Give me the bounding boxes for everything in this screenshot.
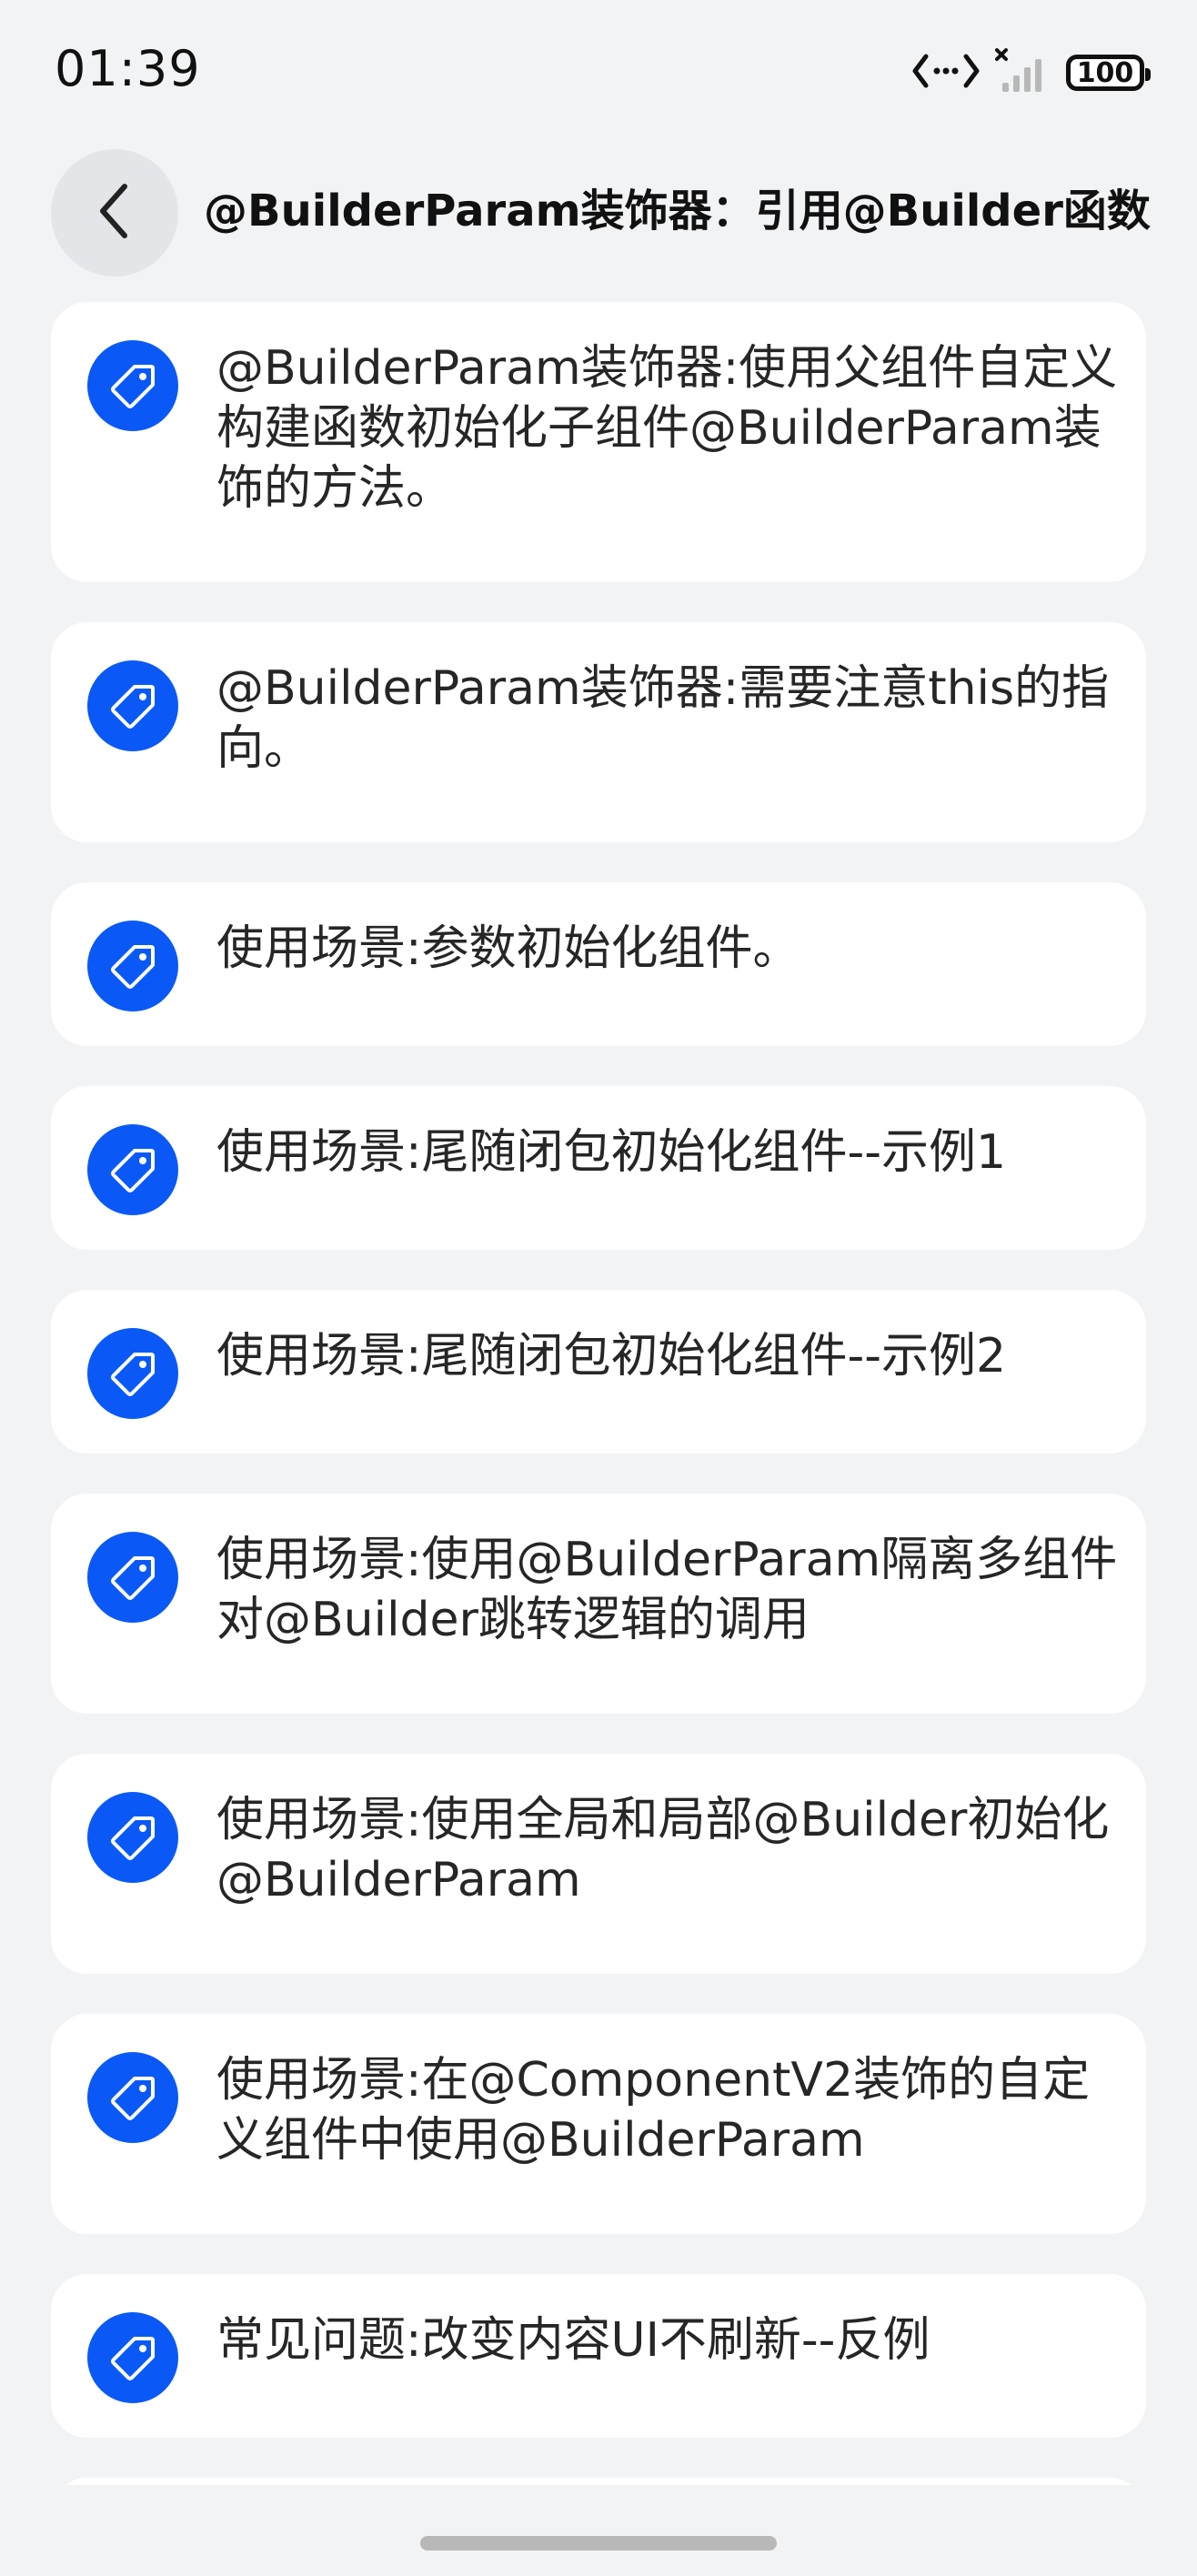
list-item-label: 使用场景:尾随闭包初始化组件--示例2 (216, 1329, 1007, 1384)
list-item[interactable]: 使用场景:在@ComponentV2装饰的自定义组件中使用@BuilderPar… (51, 2014, 1146, 2234)
page-title: @BuilderParam装饰器：引用@Builder函数 (204, 186, 1151, 236)
list-item[interactable]: @BuilderParam装饰器:使用父组件自定义构建函数初始化子组件@Buil… (51, 302, 1146, 582)
list-item-label: 常见问题:改变内容UI不刷新--反例 (216, 2313, 930, 2368)
list-item-label: 使用场景:使用全局和局部@Builder初始化@BuilderParam (216, 1793, 1110, 1907)
list-item[interactable] (51, 2478, 1146, 2485)
list-item[interactable]: 常见问题:改变内容UI不刷新--反例 (51, 2274, 1146, 2438)
chevron-left-icon (92, 179, 137, 247)
tag-icon (87, 1532, 178, 1623)
tag-icon (87, 1792, 178, 1883)
list-item[interactable]: 使用场景:参数初始化组件。 (51, 882, 1146, 1046)
tag-icon (87, 2312, 178, 2403)
scenario-list[interactable]: @BuilderParam装饰器:使用父组件自定义构建函数初始化子组件@Buil… (51, 302, 1146, 2485)
list-item-label: 使用场景:使用@BuilderParam隔离多组件对@Builder跳转逻辑的调… (216, 1533, 1118, 1647)
list-item[interactable]: 使用场景:尾随闭包初始化组件--示例1 (51, 1086, 1146, 1250)
home-indicator[interactable] (420, 2536, 777, 2551)
tag-icon (87, 1124, 178, 1215)
data-transfer-icon (911, 51, 981, 95)
list-item-label: 使用场景:在@ComponentV2装饰的自定义组件中使用@BuilderPar… (216, 2053, 1091, 2168)
status-bar: 01:39 100 (0, 0, 1197, 136)
signal-icon (995, 48, 1051, 97)
battery-level: 100 (1076, 56, 1134, 89)
back-button[interactable] (51, 149, 178, 277)
status-time: 01:39 (55, 40, 201, 97)
list-item[interactable]: 使用场景:使用全局和局部@Builder初始化@BuilderParam (51, 1754, 1146, 1974)
list-item[interactable]: 使用场景:尾随闭包初始化组件--示例2 (51, 1290, 1146, 1454)
tag-icon (87, 1328, 178, 1419)
header: @BuilderParam装饰器：引用@Builder函数 (0, 146, 1197, 278)
battery-icon: 100 (1066, 55, 1151, 91)
tag-icon (87, 660, 178, 751)
list-item[interactable]: 使用场景:使用@BuilderParam隔离多组件对@Builder跳转逻辑的调… (51, 1494, 1146, 1714)
tag-icon (87, 921, 178, 1011)
list-item-label: 使用场景:尾随闭包初始化组件--示例1 (216, 1125, 1007, 1180)
list-item-label: @BuilderParam装饰器:需要注意this的指向。 (216, 661, 1110, 776)
status-icons: 100 (911, 47, 1151, 98)
tag-icon (87, 340, 178, 431)
list-item-label: @BuilderParam装饰器:使用父组件自定义构建函数初始化子组件@Buil… (216, 341, 1118, 516)
list-item-label: 使用场景:参数初始化组件。 (216, 921, 800, 976)
tag-icon (87, 2052, 178, 2143)
list-item[interactable]: @BuilderParam装饰器:需要注意this的指向。 (51, 622, 1146, 842)
